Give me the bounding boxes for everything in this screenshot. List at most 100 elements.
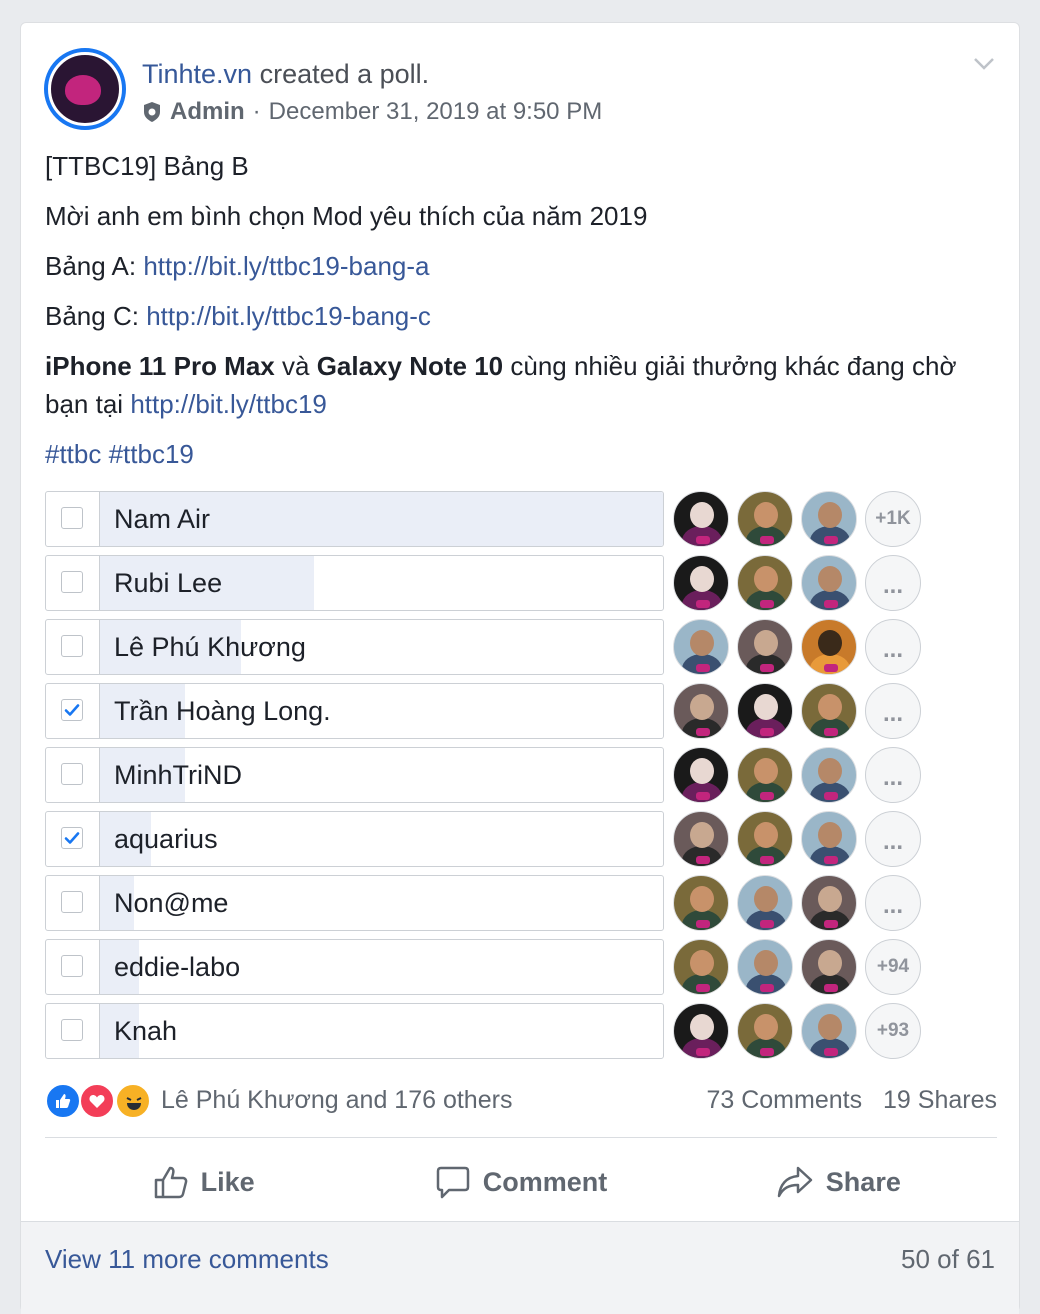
prize-iphone: iPhone 11 Pro Max (45, 351, 275, 381)
voter-avatar[interactable] (737, 491, 793, 547)
poll-option: aquarius... (45, 811, 995, 867)
poll-option-box[interactable]: eddie-labo (45, 939, 664, 995)
share-button[interactable]: Share (680, 1141, 997, 1223)
poll-checkbox-cell (46, 556, 100, 610)
voter-avatar[interactable] (673, 1003, 729, 1059)
poll-option-box[interactable]: Lê Phú Khương (45, 619, 664, 675)
poll-voters: ... (673, 747, 921, 803)
more-voters-button[interactable]: ... (865, 747, 921, 803)
poll-option-box[interactable]: Rubi Lee (45, 555, 664, 611)
voter-avatar[interactable] (737, 1003, 793, 1059)
more-voters-button[interactable]: ... (865, 875, 921, 931)
bang-c-link[interactable]: http://bit.ly/ttbc19-bang-c (146, 301, 431, 331)
voter-avatar[interactable] (801, 555, 857, 611)
poll-option-label: eddie-labo (114, 952, 241, 982)
poll-option-label: Rubi Lee (114, 568, 223, 598)
voter-avatar[interactable] (801, 1003, 857, 1059)
voter-avatar[interactable] (673, 491, 729, 547)
page-name-link[interactable]: Tinhte.vn (142, 59, 252, 89)
poll-option: MinhTriND... (45, 747, 995, 803)
reaction-icons[interactable] (45, 1083, 155, 1119)
voter-avatar[interactable] (737, 939, 793, 995)
checkbox-unchecked[interactable] (61, 891, 83, 913)
voter-avatar[interactable] (737, 811, 793, 867)
more-voters-button[interactable]: ... (865, 683, 921, 739)
comment-bubble-icon (436, 1166, 469, 1199)
post-timestamp[interactable]: December 31, 2019 at 9:50 PM (269, 97, 603, 127)
checkbox-unchecked[interactable] (61, 1019, 83, 1041)
poll-option: Nam Air +1K (45, 491, 995, 547)
poll-checkbox-cell (46, 940, 100, 994)
meta-separator: · (252, 98, 261, 125)
share-label: Share (825, 1166, 901, 1197)
voter-avatar[interactable] (801, 683, 857, 739)
comments-paging: 50 of 61 (901, 1244, 995, 1274)
action-bar: Like Comment Share (45, 1141, 997, 1223)
more-voters-button[interactable]: ... (865, 619, 921, 675)
comments-count[interactable]: 73 Comments (706, 1086, 862, 1114)
admin-shield-icon (144, 102, 160, 122)
voter-avatar[interactable] (673, 555, 729, 611)
page-avatar[interactable] (44, 48, 126, 130)
more-voters-button[interactable]: +93 (865, 1003, 921, 1059)
poll-option-box[interactable]: Trần Hoàng Long. (45, 683, 664, 739)
prize-link[interactable]: http://bit.ly/ttbc19 (130, 389, 327, 419)
post-title: [TTBC19] Bảng B (45, 151, 249, 181)
voter-avatar[interactable] (673, 619, 729, 675)
chevron-down-icon[interactable] (973, 57, 995, 71)
view-more-comments-link[interactable]: View 11 more comments (45, 1244, 329, 1275)
voter-avatar[interactable] (801, 747, 857, 803)
more-voters-button[interactable]: ... (865, 811, 921, 867)
more-voters-button[interactable]: +1K (865, 491, 921, 547)
haha-reaction-icon (115, 1083, 151, 1119)
checkbox-unchecked[interactable] (61, 507, 83, 529)
poll-checkbox-cell (46, 812, 100, 866)
checkbox-unchecked[interactable] (61, 571, 83, 593)
voter-avatar[interactable] (801, 811, 857, 867)
voter-avatar[interactable] (737, 747, 793, 803)
checkbox-unchecked[interactable] (61, 763, 83, 785)
like-reaction-icon (45, 1083, 81, 1119)
poll-option-box[interactable]: Knah (45, 1003, 664, 1059)
checkbox-unchecked[interactable] (61, 955, 83, 977)
engagement-counts: 73 Comments 19 Shares (706, 1081, 997, 1119)
voter-avatar[interactable] (737, 683, 793, 739)
checkbox-unchecked[interactable] (61, 635, 83, 657)
poll-voters: ... (673, 555, 921, 611)
poll-option-box[interactable]: MinhTriND (45, 747, 664, 803)
poll-option-label: aquarius (114, 824, 218, 854)
more-voters-button[interactable]: ... (865, 555, 921, 611)
voter-avatar[interactable] (737, 619, 793, 675)
voter-avatar[interactable] (737, 555, 793, 611)
voter-avatar[interactable] (737, 875, 793, 931)
poll-voters: ... (673, 875, 921, 931)
share-arrow-icon (777, 1166, 813, 1198)
like-button[interactable]: Like (45, 1141, 362, 1223)
voter-avatar[interactable] (801, 619, 857, 675)
voter-avatar[interactable] (801, 491, 857, 547)
poll-option-box[interactable]: Nam Air (45, 491, 664, 547)
voter-avatar[interactable] (801, 875, 857, 931)
poll-option-box[interactable]: Non@me (45, 875, 664, 931)
checkbox-checked[interactable] (61, 827, 83, 849)
voter-avatar[interactable] (673, 939, 729, 995)
admin-badge: Admin (170, 98, 245, 125)
bang-a-link[interactable]: http://bit.ly/ttbc19-bang-a (143, 251, 429, 281)
poll-voters: ... (673, 619, 921, 675)
poll-option-box[interactable]: aquarius (45, 811, 664, 867)
voter-avatar[interactable] (673, 683, 729, 739)
shares-count[interactable]: 19 Shares (883, 1086, 997, 1114)
poll-option-label: Knah (114, 1016, 178, 1046)
poll-checkbox-cell (46, 1004, 100, 1058)
voter-avatar[interactable] (673, 875, 729, 931)
voter-avatar[interactable] (673, 811, 729, 867)
hashtags[interactable]: #ttbc #ttbc19 (45, 435, 995, 473)
checkbox-checked[interactable] (61, 699, 83, 721)
voter-avatar[interactable] (673, 747, 729, 803)
poll-voters: ... (673, 811, 921, 867)
reactions-summary[interactable]: Lê Phú Khương and 176 others (161, 1081, 512, 1119)
voter-avatar[interactable] (801, 939, 857, 995)
comment-button[interactable]: Comment (362, 1141, 679, 1223)
more-voters-button[interactable]: +94 (865, 939, 921, 995)
bang-a-line: Bảng A: http://bit.ly/ttbc19-bang-a (45, 247, 995, 285)
